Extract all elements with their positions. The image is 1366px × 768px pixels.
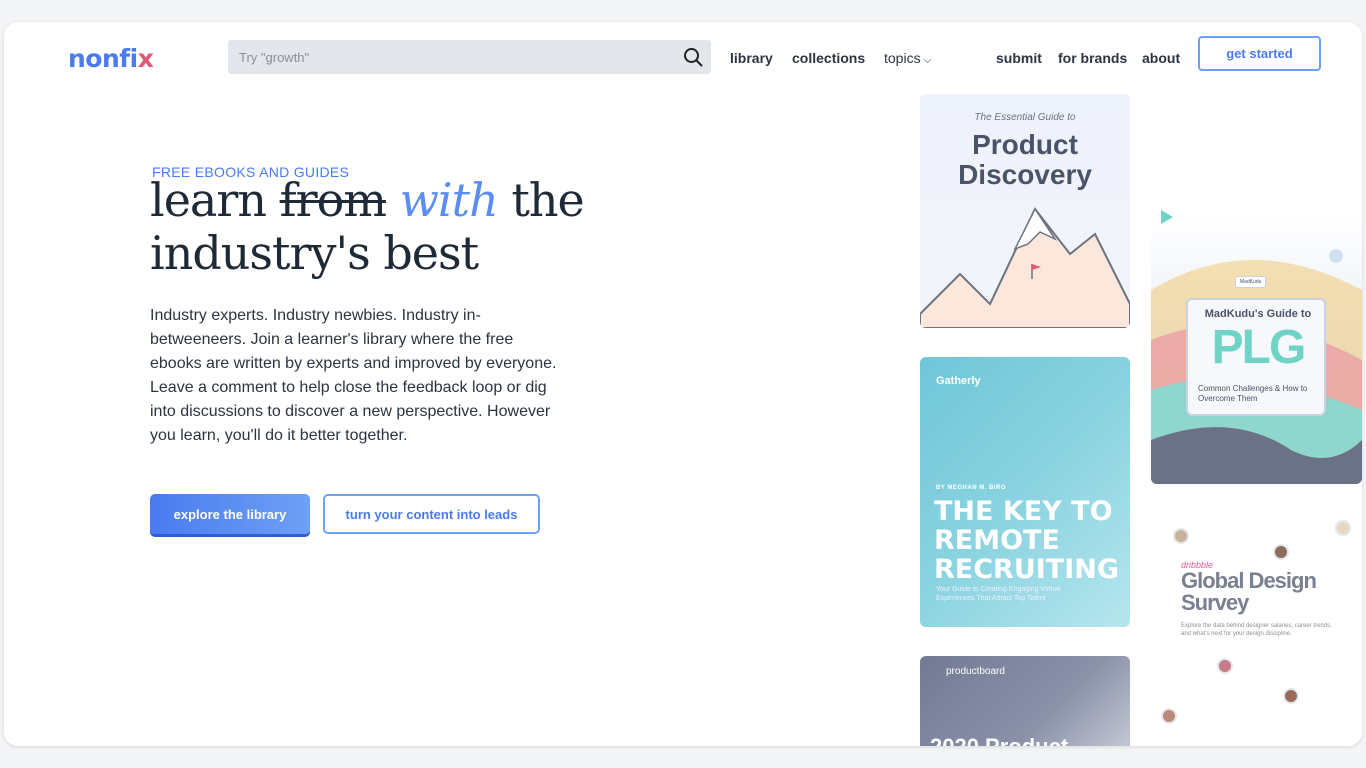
book-subtitle: Explore the data behind designer salarie…	[1181, 623, 1332, 637]
book-subtitle: Your Guide to Creating Engaging Virtual …	[936, 586, 1061, 602]
book-subtitle: Common Challenges & How to Overcome Them	[1198, 384, 1308, 403]
avatar	[1335, 520, 1351, 536]
book-title: Product Discovery	[958, 129, 1092, 190]
book-title: THE KEY TO REMOTE RECRUITING	[934, 496, 1120, 585]
nav-collections[interactable]: collections	[792, 50, 865, 66]
book-product-discovery[interactable]: The Essential Guide to Product Discovery	[920, 94, 1130, 328]
avatar	[1217, 658, 1233, 674]
nav-for-brands[interactable]: for brands	[1058, 50, 1127, 66]
avatar	[1161, 708, 1177, 724]
logo-x-mark: x	[137, 44, 154, 73]
headline-accent-word: with	[399, 173, 499, 227]
gatherly-logo: Gatherly	[936, 375, 981, 387]
logo[interactable]: nonfix	[68, 44, 154, 73]
search-input[interactable]	[228, 40, 668, 74]
chevron-down-icon: ⌵	[923, 55, 932, 66]
plg-title-box: MadKudu's Guide to PLG Common Challenges…	[1186, 298, 1326, 416]
content-leads-button[interactable]: turn your content into leads	[323, 494, 540, 534]
mountain-illustration	[920, 207, 1130, 328]
get-started-button[interactable]: get started	[1198, 36, 1321, 71]
book-author: BY MEGHAN M. BIRO	[936, 485, 1007, 491]
book-design-survey[interactable]: dribbble Global Design Survey Explore th…	[1151, 508, 1362, 746]
book-title: 2020 Product	[930, 734, 1068, 746]
headline-strike-word: from	[279, 173, 387, 227]
hero-description: Industry experts. Industry newbies. Indu…	[150, 307, 557, 444]
nav-library[interactable]: library	[730, 50, 773, 66]
book-plg-guide[interactable]: MadKudu's Guide to PLG Common Challenges…	[1151, 210, 1362, 484]
headline-line-2: industry's best	[150, 226, 479, 280]
book-productboard[interactable]: productboard 2020 Product	[920, 656, 1130, 746]
productboard-logo: productboard	[946, 666, 1005, 677]
headline-word-learn: learn	[150, 173, 267, 227]
page-frame: nonfix library collections topics⌵ submi…	[4, 22, 1362, 746]
book-title: PLG	[1211, 321, 1307, 374]
book-remote-recruiting[interactable]: Gatherly BY MEGHAN M. BIRO THE KEY TO RE…	[920, 357, 1130, 627]
search-icon[interactable]	[683, 47, 703, 67]
book-title: Global Design Survey	[1181, 568, 1317, 615]
hero-headline: learn from with the industry's best	[150, 173, 585, 280]
headline-word-the: the	[511, 173, 584, 227]
search-bar[interactable]	[228, 40, 711, 74]
avatar	[1173, 528, 1189, 544]
book-heading: MadKudu's Guide to	[1204, 308, 1312, 320]
book-subtitle: The Essential Guide to	[974, 112, 1076, 123]
explore-library-button[interactable]: explore the library	[150, 494, 310, 534]
avatar	[1273, 544, 1289, 560]
nav-topics[interactable]: topics ⌵	[884, 50, 931, 66]
avatar	[1283, 688, 1299, 704]
nav-topics-label: topics	[884, 50, 921, 66]
madkudu-tag: MadKudu	[1235, 276, 1267, 288]
nav-submit[interactable]: submit	[996, 50, 1042, 66]
nav-about[interactable]: about	[1142, 50, 1180, 66]
